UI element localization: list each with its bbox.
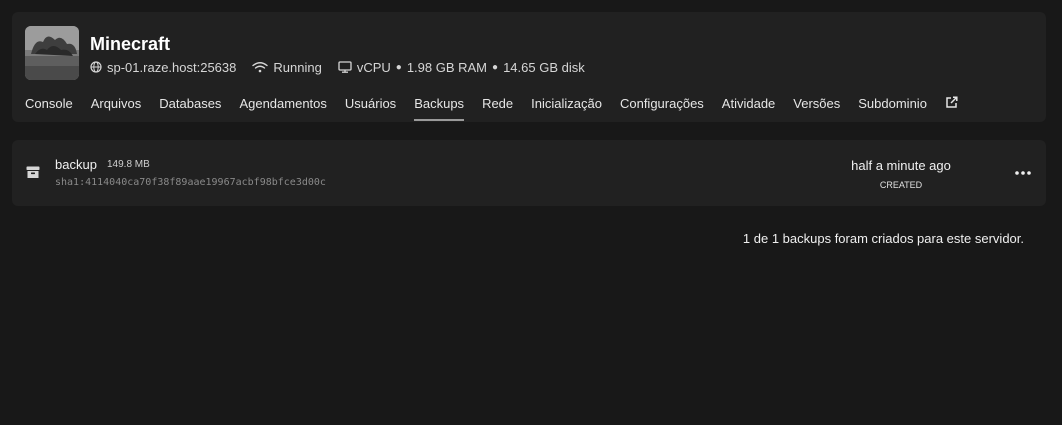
tab-versoes[interactable]: Versões xyxy=(793,95,840,121)
server-disk: 14.65 GB disk xyxy=(503,59,585,75)
tab-console[interactable]: Console xyxy=(25,95,73,121)
separator-dot: ● xyxy=(492,61,499,73)
backup-hash: sha1:4114040ca70f38f89aae19967acbf98bfce… xyxy=(55,177,326,188)
backup-size: 149.8 MB xyxy=(107,159,150,170)
tab-subdominio[interactable]: Subdominio xyxy=(858,95,927,121)
backup-count-text: 1 de 1 backups foram criados para este s… xyxy=(742,231,1024,246)
tab-inicializacao[interactable]: Inicialização xyxy=(531,95,602,121)
tab-arquivos[interactable]: Arquivos xyxy=(91,95,142,121)
dots-icon xyxy=(1015,171,1031,175)
backup-time: half a minute ago xyxy=(851,158,951,173)
server-address: sp-01.raze.host:25638 xyxy=(107,59,237,75)
tab-agendamentos[interactable]: Agendamentos xyxy=(239,95,326,121)
separator-dot: ● xyxy=(395,61,402,73)
server-cpu: vCPU xyxy=(356,59,391,75)
server-header: Minecraft sp-01.raze.host:25638 Running xyxy=(12,12,1046,122)
server-ram: 1.98 GB RAM xyxy=(406,59,488,75)
archive-icon xyxy=(26,166,40,184)
server-meta: sp-01.raze.host:25638 Running vCPU ● 1.9… xyxy=(90,59,585,75)
tab-configuracoes[interactable]: Configurações xyxy=(620,95,704,121)
tab-atividade[interactable]: Atividade xyxy=(722,95,775,121)
globe-icon xyxy=(90,61,102,73)
backup-status: CREATED xyxy=(879,180,923,190)
tab-backups[interactable]: Backups xyxy=(414,95,465,121)
backup-name: backup xyxy=(55,157,97,172)
tab-databases[interactable]: Databases xyxy=(159,95,221,121)
more-options-button[interactable] xyxy=(1011,163,1035,183)
server-status: Running xyxy=(273,59,322,75)
backup-row: backup 149.8 MB sha1:4114040ca70f38f89aa… xyxy=(12,140,1046,206)
server-tabs: Console Arquivos Databases Agendamentos … xyxy=(25,95,958,121)
server-name: Minecraft xyxy=(90,34,171,54)
external-link-icon[interactable] xyxy=(945,95,958,109)
tab-usuarios[interactable]: Usuários xyxy=(345,95,396,121)
server-image xyxy=(25,26,79,80)
tab-rede[interactable]: Rede xyxy=(482,95,513,121)
monitor-icon xyxy=(338,61,352,73)
wifi-icon xyxy=(252,62,269,73)
